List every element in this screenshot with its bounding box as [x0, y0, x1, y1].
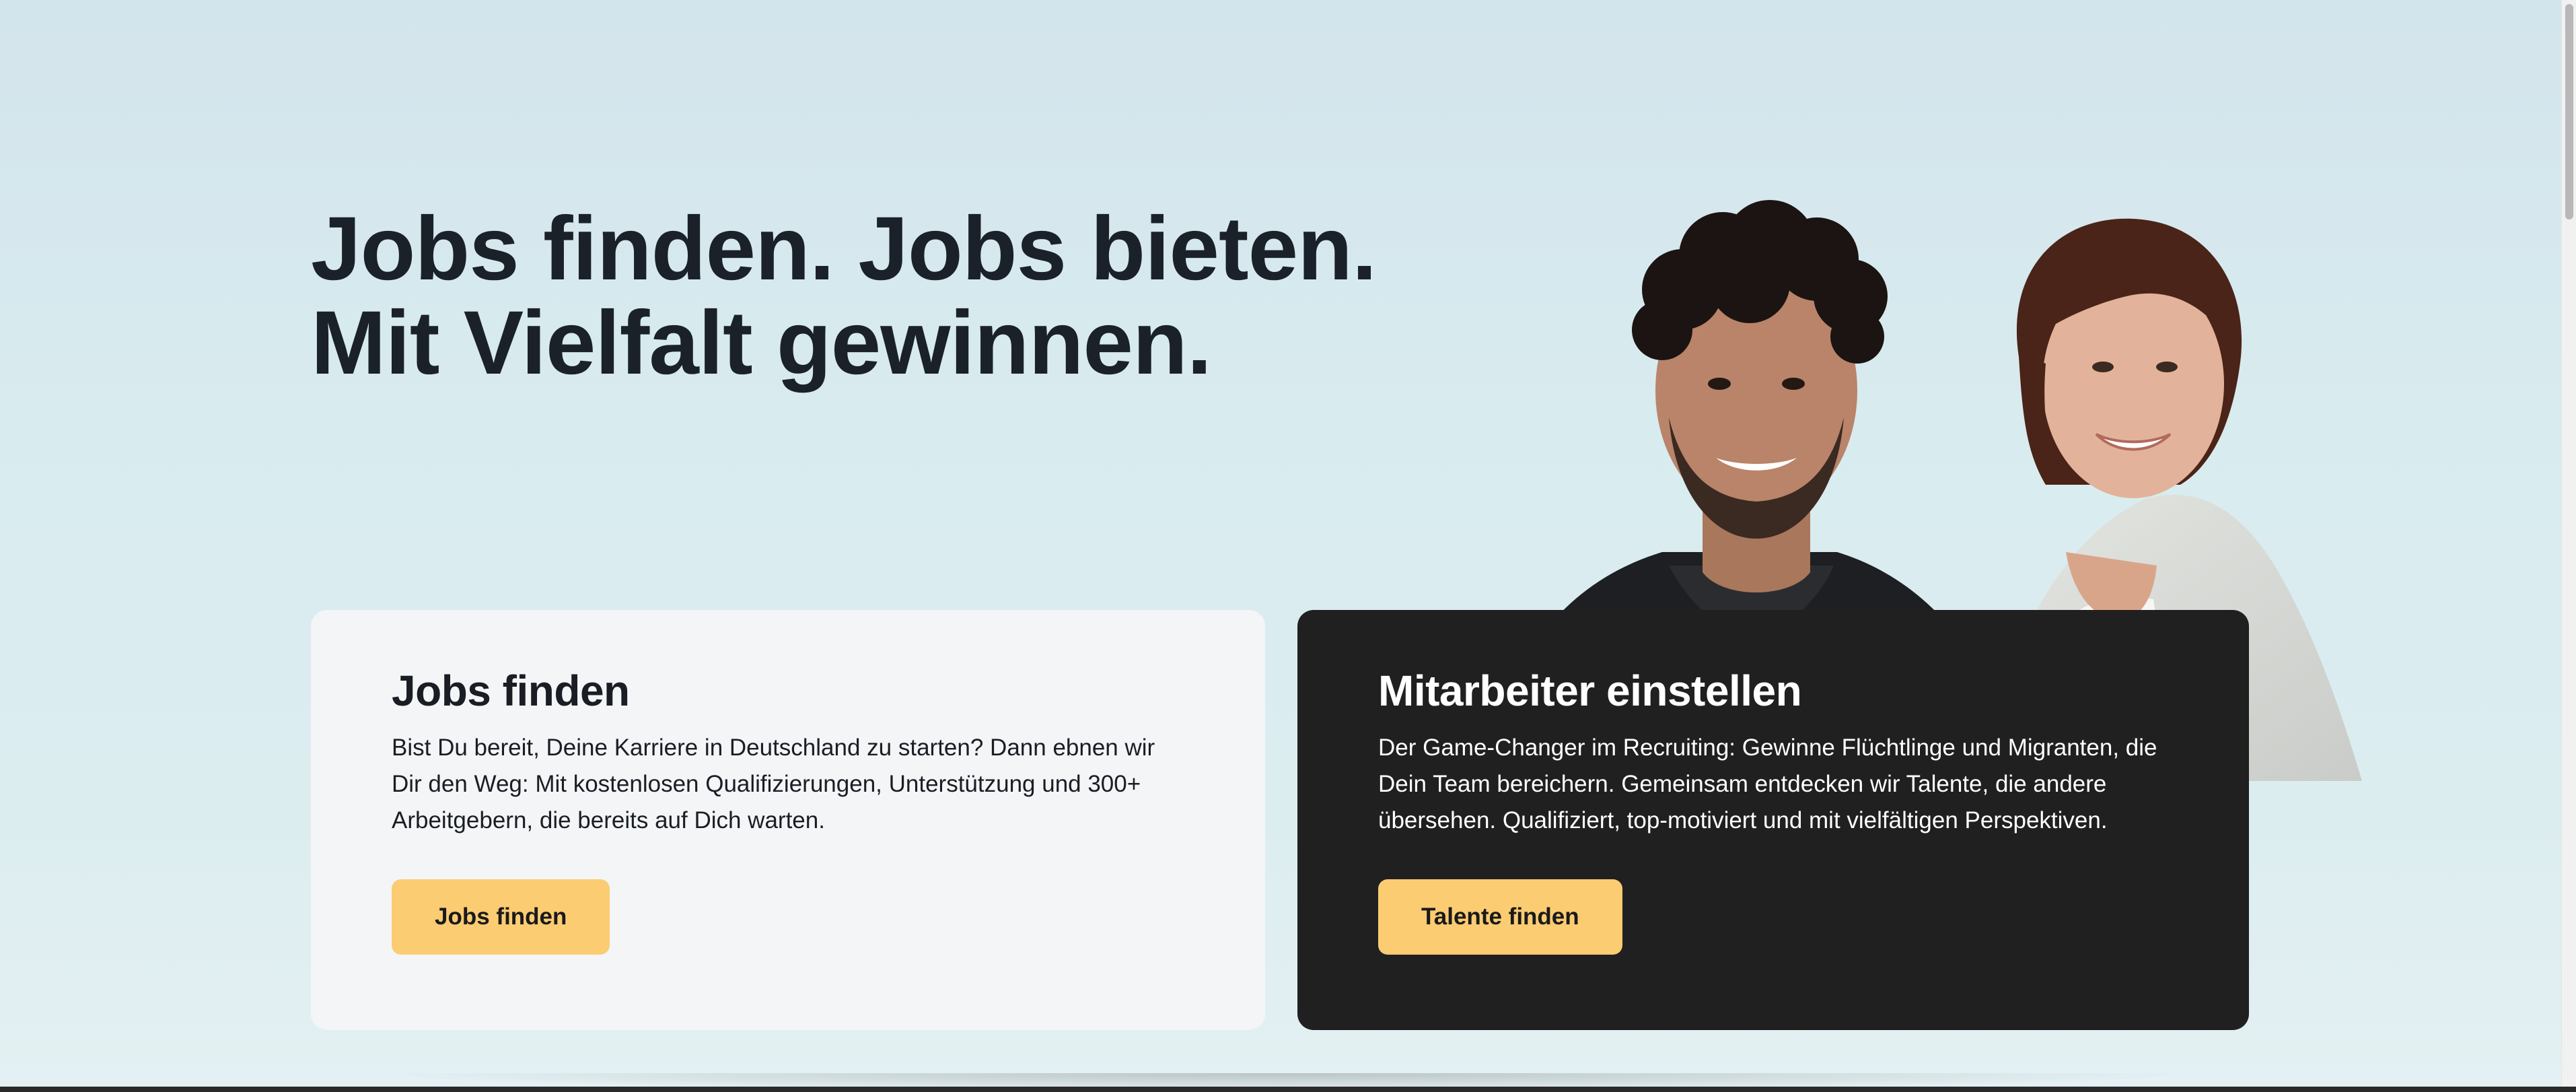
job-seeker-card: Jobs finden Bist Du bereit, Deine Karrie… — [311, 610, 1265, 1030]
employer-card-title: Mitarbeiter einstellen — [1378, 667, 1802, 715]
employer-card-text: Der Game-Changer im Recruiting: Gewinne … — [1378, 735, 2157, 833]
hero-headline-line-1: Jobs finden. Jobs bieten. — [311, 199, 1377, 299]
job-seeker-card-title: Jobs finden — [392, 667, 630, 715]
find-talents-button[interactable]: Talente finden — [1378, 879, 1622, 955]
employer-card: Mitarbeiter einstellen Der Game-Changer … — [1297, 610, 2249, 1030]
hero-headline-line-2: Mit Vielfalt gewinnen. — [311, 293, 1212, 393]
job-seeker-card-text: Bist Du bereit, Deine Karriere in Deutsc… — [392, 735, 1155, 833]
hero-headline: Jobs finden. Jobs bieten. Mit Vielfalt g… — [311, 199, 1377, 393]
window-bottom-edge — [0, 1087, 2576, 1092]
scrollbar-thumb[interactable] — [2565, 4, 2573, 219]
find-jobs-button[interactable]: Jobs finden — [392, 879, 610, 955]
vertical-scrollbar[interactable] — [2561, 0, 2576, 1087]
